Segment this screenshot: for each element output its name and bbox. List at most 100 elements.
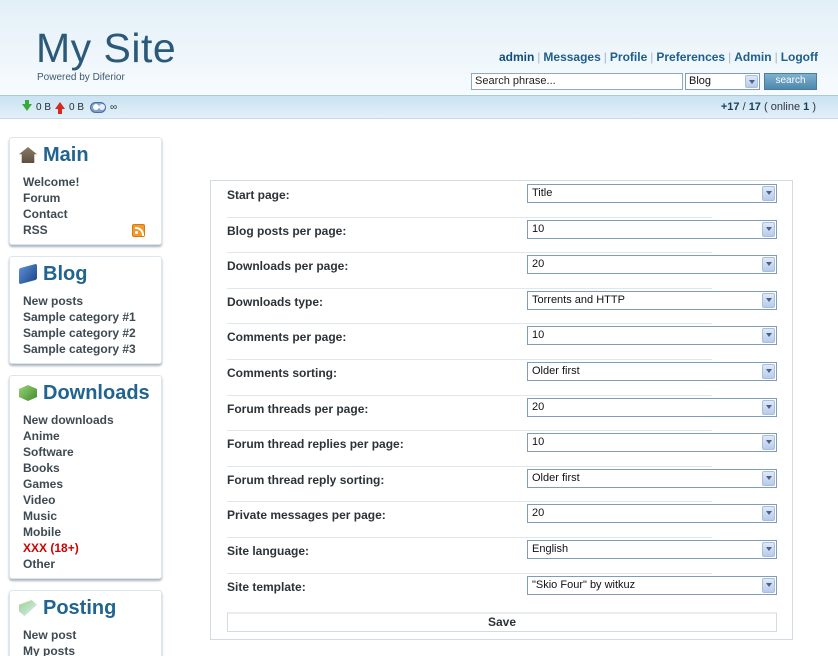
sidebar-item-contact[interactable]: Contact [23, 206, 161, 222]
start-page-select[interactable]: Title [527, 184, 777, 203]
sidebar-item-mobile[interactable]: Mobile [23, 524, 161, 540]
select-value: English [532, 543, 569, 555]
blog-box: Blog New posts Sample category #1 Sample… [9, 256, 162, 364]
nav-logoff[interactable]: Logoff [781, 50, 818, 64]
sidebar-item-anime[interactable]: Anime [23, 428, 161, 444]
sidebar-item-games[interactable]: Games [23, 476, 161, 492]
setting-label: Start page: [227, 188, 290, 202]
sidebar-item-other[interactable]: Other [23, 556, 161, 572]
select-value: "Skio Four" by witkuz [532, 578, 636, 591]
blog-posts-per-page-select[interactable]: 10 [527, 219, 777, 239]
posting-title-label: Posting [43, 597, 117, 619]
select-value: Title [532, 187, 553, 199]
select-value: 20 [532, 507, 545, 520]
chevron-down-icon [762, 328, 775, 344]
sidebar-item-new-posts[interactable]: New posts [23, 293, 161, 309]
chevron-down-icon [762, 221, 775, 237]
site-template-select[interactable]: "Skio Four" by witkuz [527, 575, 777, 595]
chevron-down-icon [762, 542, 775, 557]
nav-profile[interactable]: Profile [610, 50, 647, 64]
users-sep: / [739, 101, 749, 113]
ratio-value: ∞ [110, 101, 118, 113]
sidebar-item-books[interactable]: Books [23, 460, 161, 476]
forum-threads-per-page-select[interactable]: 20 [527, 397, 777, 417]
users-new: +17 [720, 101, 740, 113]
chevron-down-icon [762, 470, 775, 486]
chevron-down-icon [762, 435, 775, 451]
house-icon [19, 147, 37, 163]
downloads-box: Downloads New downloads Anime Software B… [9, 375, 162, 579]
download-amount: 0 B [36, 101, 52, 113]
blog-title-label: Blog [43, 263, 88, 285]
downloads-type-select[interactable]: Torrents and HTTP [527, 290, 777, 310]
site-language-select[interactable]: English [527, 540, 777, 559]
top-nav: admin | Messages | Profile | Preferences | Admin… [498, 50, 818, 64]
sidebar-item-forum[interactable]: Forum [23, 190, 161, 206]
rss-row: RSS [23, 222, 161, 238]
chevron-down-icon [762, 364, 775, 379]
setting-label: Forum threads per page: [227, 401, 369, 416]
main-box-title: Main [19, 144, 161, 166]
sidebar-item-category-2[interactable]: Sample category #2 [23, 325, 161, 341]
sidebar-item-new-downloads[interactable]: New downloads [23, 412, 161, 428]
nav-messages[interactable]: Messages [543, 50, 600, 64]
chevron-down-icon [762, 399, 775, 415]
setting-label: Private messages per page: [227, 508, 386, 523]
chevron-down-icon [745, 75, 758, 88]
powered-by: Powered by Diferior [37, 72, 125, 83]
forum-thread-replies-select[interactable]: 10 [527, 433, 777, 453]
online-close: ) [809, 101, 816, 113]
search-scope-select[interactable]: Blog [685, 73, 760, 90]
setting-row: Comments sorting: Older first [227, 360, 777, 396]
upload-arrow-icon [55, 101, 66, 114]
setting-label: Downloads type: [227, 294, 324, 309]
setting-row: Site template: "Skio Four" by witkuz [227, 574, 777, 610]
downloads-title-label: Downloads [43, 382, 150, 404]
sidebar-item-music[interactable]: Music [23, 508, 161, 524]
select-value: 10 [532, 436, 545, 449]
downloads-per-page-select[interactable]: 20 [527, 255, 777, 275]
posting-box-title: Posting [19, 597, 161, 619]
users-total: 17 [748, 101, 761, 113]
select-value: 20 [532, 400, 545, 413]
sidebar-item-new-post[interactable]: New post [23, 627, 161, 643]
sidebar-item-welcome[interactable]: Welcome! [23, 174, 161, 190]
chevron-down-icon [762, 506, 775, 522]
nav-preferences[interactable]: Preferences [656, 50, 725, 64]
sidebar-item-video[interactable]: Video [23, 492, 161, 508]
setting-row: Private messages per page: 20 [227, 502, 777, 538]
comments-per-page-select[interactable]: 10 [527, 326, 777, 346]
sidebar-item-category-3[interactable]: Sample category #3 [23, 341, 161, 357]
sidebar-item-software[interactable]: Software [23, 444, 161, 460]
search-button[interactable]: search [764, 73, 817, 90]
save-button[interactable]: Save [227, 612, 777, 632]
setting-row: Forum thread replies per page: 10 [227, 431, 777, 467]
sidebar-item-rss[interactable]: RSS [23, 222, 48, 238]
setting-label: Comments sorting: [227, 366, 338, 380]
rss-icon[interactable] [132, 223, 145, 237]
online-label: ( online [760, 101, 804, 113]
book-icon [19, 263, 37, 285]
search-input[interactable]: Search phrase... [471, 73, 683, 90]
users-online: +17 / 17 ( online 1 ) [721, 101, 816, 113]
site-title[interactable]: My Site [36, 24, 176, 72]
forum-reply-sorting-select[interactable]: Older first [527, 468, 777, 488]
download-arrow-icon [22, 100, 32, 111]
upload-amount: 0 B [69, 101, 85, 113]
setting-label: Blog posts per page: [227, 223, 347, 238]
sidebar-item-xxx[interactable]: XXX (18+) [23, 540, 161, 556]
private-messages-per-page-select[interactable]: 20 [527, 504, 777, 524]
posting-box: Posting New post My posts [9, 590, 162, 656]
package-icon [19, 385, 37, 401]
setting-row: Downloads per page: 20 [227, 253, 777, 289]
setting-label: Site language: [227, 544, 310, 558]
downloads-box-title: Downloads [19, 382, 161, 404]
ratio-icon [90, 101, 107, 113]
sidebar-item-my-posts[interactable]: My posts [23, 643, 161, 656]
sidebar-item-category-1[interactable]: Sample category #1 [23, 309, 161, 325]
comments-sorting-select[interactable]: Older first [527, 362, 777, 381]
blog-box-title: Blog [19, 263, 161, 285]
nav-admin[interactable]: Admin [734, 50, 771, 64]
nav-user[interactable]: admin [499, 50, 534, 64]
header: My Site Powered by Diferior admin | Messag… [0, 0, 838, 95]
